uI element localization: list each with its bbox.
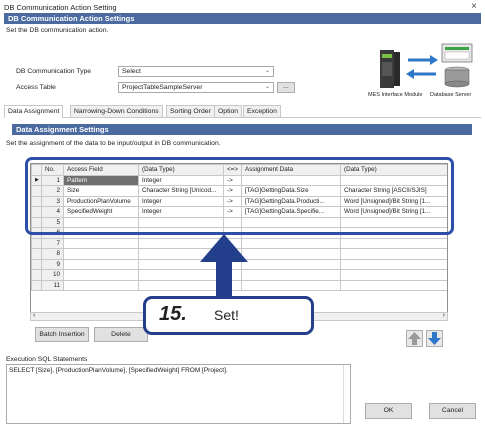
step-callout: 15. Set! xyxy=(143,296,314,335)
cell-no: 11 xyxy=(41,279,64,291)
cell-access-field[interactable] xyxy=(63,237,139,249)
scroll-right-icon[interactable]: › xyxy=(443,312,445,319)
cell-access-field[interactable] xyxy=(63,258,139,270)
assignment-header: Data Assignment Settings xyxy=(12,124,472,135)
sql-statement: SELECT [Size], [ProductionPlanVolume], [… xyxy=(9,367,228,374)
tab-data-assignment[interactable]: Data Assignment xyxy=(4,105,64,118)
cell-no: 8 xyxy=(41,248,64,260)
db-type-select[interactable]: Select ⌄ xyxy=(118,66,274,77)
diagram-right-label: Database Server xyxy=(430,92,472,98)
row-header[interactable] xyxy=(31,279,42,291)
cell-assignment-data[interactable] xyxy=(241,269,341,281)
sql-statement-box[interactable]: SELECT [Size], [ProductionPlanVolume], [… xyxy=(6,364,351,424)
tab-divider xyxy=(4,117,481,118)
row-header[interactable] xyxy=(31,248,42,260)
cell-access-field[interactable] xyxy=(63,279,139,291)
row-header[interactable] xyxy=(31,237,42,249)
cell-assignment-type[interactable] xyxy=(340,248,447,260)
tab-option[interactable]: Option xyxy=(214,105,243,117)
move-up-button[interactable] xyxy=(406,330,423,347)
cell-assignment-data[interactable] xyxy=(241,279,341,291)
cell-no: 10 xyxy=(41,269,64,281)
cell-assignment-data[interactable] xyxy=(241,258,341,270)
cell-assignment-type[interactable] xyxy=(340,279,447,291)
cell-assignment-data[interactable] xyxy=(241,248,341,260)
access-table-label: Access Table xyxy=(16,84,56,91)
tab-sorting-order[interactable]: Sorting Order xyxy=(166,105,215,117)
sql-label: Execution SQL Statements xyxy=(6,356,88,363)
diagram-left-label: MES Interface Module xyxy=(368,92,423,98)
arrow-down-icon xyxy=(428,332,441,345)
cell-no: 7 xyxy=(41,237,64,249)
action-instruction: Set the DB communication action. xyxy=(6,27,109,34)
cell-assignment-data[interactable] xyxy=(241,237,341,249)
chevron-down-icon: ⌄ xyxy=(264,84,270,90)
tab-exception[interactable]: Exception xyxy=(243,105,281,117)
cell-no: 9 xyxy=(41,258,64,270)
row-header[interactable] xyxy=(31,258,42,270)
browse-button[interactable]: ... xyxy=(277,82,295,93)
cell-assignment-type[interactable] xyxy=(340,269,447,281)
arrow-up-icon xyxy=(408,332,421,345)
sql-scrollbar[interactable] xyxy=(343,365,350,423)
type-label: DB Communication Type xyxy=(16,68,92,75)
close-icon[interactable]: × xyxy=(471,1,477,12)
move-down-button[interactable] xyxy=(426,330,443,347)
step-number: 15. xyxy=(159,303,187,325)
cancel-button[interactable]: Cancel xyxy=(429,403,476,419)
cell-access-field[interactable] xyxy=(63,269,139,281)
ok-button[interactable]: OK xyxy=(365,403,412,419)
step-text: Set! xyxy=(214,307,239,323)
cell-assignment-type[interactable] xyxy=(340,258,447,270)
access-table-select[interactable]: ProjectTableSampleServer ⌄ xyxy=(118,82,274,93)
up-arrow-icon xyxy=(200,234,248,298)
access-table-value: ProjectTableSampleServer xyxy=(122,84,203,91)
filled-rows-highlight xyxy=(25,157,454,235)
row-header[interactable] xyxy=(31,269,42,281)
chevron-down-icon: ⌄ xyxy=(264,68,270,74)
scroll-left-icon[interactable]: ‹ xyxy=(33,312,35,319)
cell-access-field[interactable] xyxy=(63,248,139,260)
delete-button[interactable]: Delete xyxy=(94,327,148,342)
assignment-instruction: Set the assignment of the data to be inp… xyxy=(6,140,221,147)
db-type-value: Select xyxy=(122,68,141,75)
batch-insertion-button[interactable]: Batch Insertion xyxy=(35,327,89,342)
window-title: DB Communication Action Setting xyxy=(4,3,117,12)
cell-assignment-type[interactable] xyxy=(340,237,447,249)
action-settings-header: DB Communication Action Settings xyxy=(4,13,481,24)
tab-narrowing-down[interactable]: Narrowing-Down Conditions xyxy=(70,105,163,117)
